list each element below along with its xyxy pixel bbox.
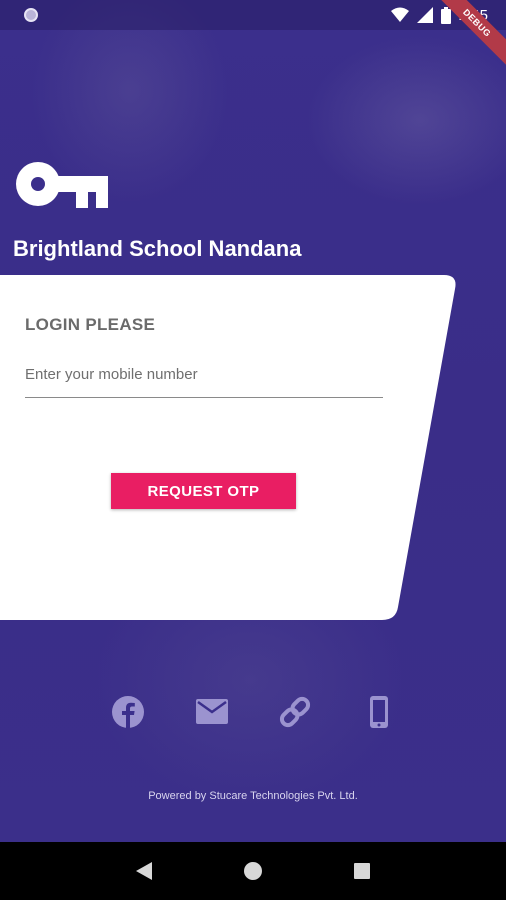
link-icon[interactable]	[278, 695, 312, 729]
login-title: LOGIN PLEASE	[25, 315, 156, 334]
school-name: Brightland School Nandana	[13, 236, 302, 261]
phone-icon[interactable]	[362, 695, 396, 729]
powered-by-text: Powered by Stucare Technologies Pvt. Ltd…	[148, 790, 358, 802]
signal-icon	[416, 7, 433, 23]
email-icon[interactable]	[195, 695, 229, 729]
request-otp-button[interactable]: REQUEST OTP	[111, 473, 296, 509]
navigation-bar	[0, 842, 506, 900]
key-icon	[16, 162, 108, 208]
home-icon	[243, 862, 262, 880]
facebook-icon[interactable]	[111, 695, 145, 729]
status-bar: 2:45	[0, 0, 506, 30]
battery-icon	[440, 6, 451, 24]
notification-dot-icon	[24, 8, 38, 22]
back-icon	[136, 862, 153, 880]
back-button[interactable]	[129, 856, 159, 886]
mobile-number-input[interactable]	[25, 352, 383, 398]
wifi-icon	[390, 7, 409, 22]
social-links	[0, 695, 506, 731]
recents-icon	[353, 863, 370, 879]
home-button[interactable]	[238, 856, 268, 886]
recents-button[interactable]	[347, 856, 377, 886]
